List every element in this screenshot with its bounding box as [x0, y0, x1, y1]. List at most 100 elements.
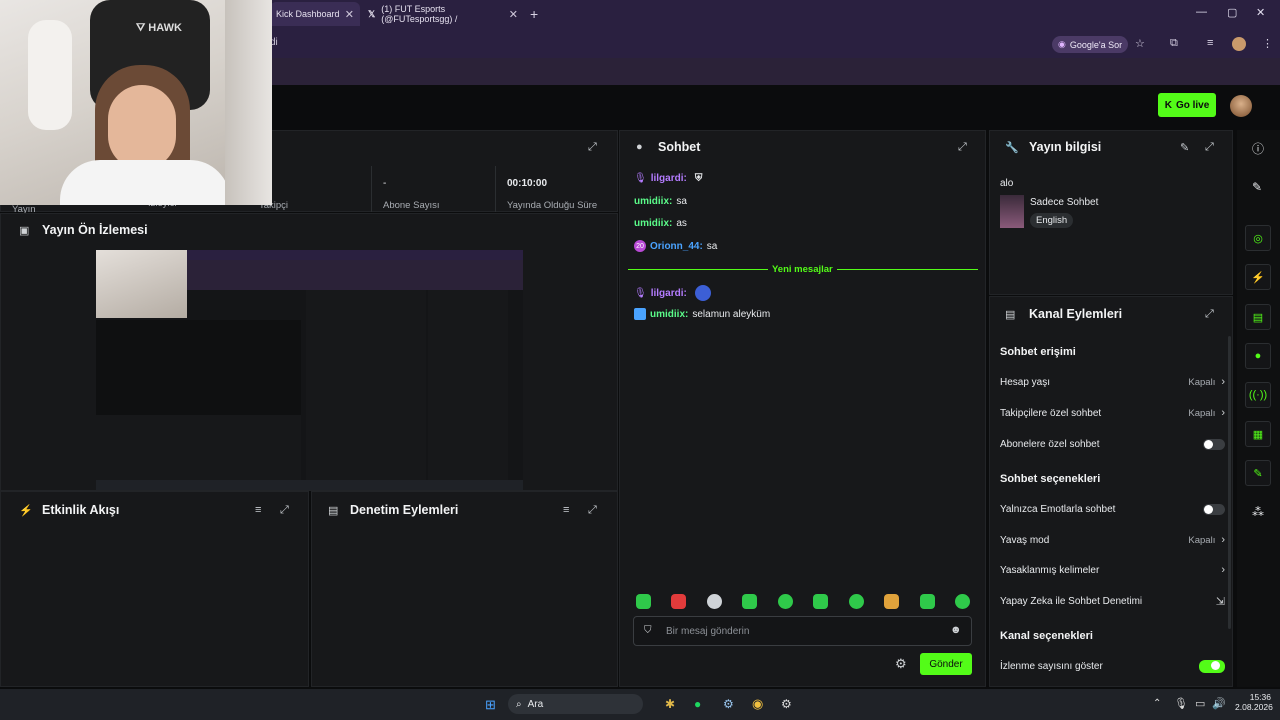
chevron-up-icon[interactable]: ⌃	[1153, 698, 1161, 709]
avatar[interactable]	[1230, 95, 1252, 117]
chat-icon: ●	[636, 141, 643, 153]
emote-icon[interactable]	[778, 594, 793, 609]
emote-only-toggle[interactable]	[1203, 503, 1225, 515]
chrome-icon[interactable]: ◉	[752, 696, 763, 712]
kick-logo-icon: K	[1164, 99, 1172, 111]
chat-message: 🎙 lilgardi: ⛨	[634, 173, 702, 184]
edit-icon[interactable]: ✎	[1180, 141, 1189, 154]
minimize-icon[interactable]: —	[1196, 6, 1207, 18]
person-shirt	[60, 160, 230, 205]
chat-input[interactable]: ⛉ Bir mesaj gönderin ☻	[633, 616, 972, 646]
moderation-panel	[311, 491, 618, 687]
chat-username[interactable]: Orionn_44:	[650, 241, 703, 252]
media-icon[interactable]: ≡	[1207, 37, 1213, 49]
maximize-icon[interactable]: ▢	[1227, 6, 1237, 19]
chat-username[interactable]: umidiix:	[634, 218, 672, 229]
preview-bottom-panels	[96, 415, 301, 480]
stream-duration: 00:10:00	[507, 178, 548, 189]
filter-icon[interactable]: ≡	[563, 504, 569, 516]
subscriber-label: Abone Sayısı	[383, 200, 440, 211]
wrench-icon: 🔧	[1005, 142, 1019, 154]
stream-title: alo	[1000, 178, 1014, 189]
subscribers-only-toggle[interactable]	[1203, 438, 1225, 450]
emoji-picker-icon[interactable]: ☻	[950, 624, 962, 636]
chat-message: umidiix: sa	[634, 196, 687, 207]
emote-icon[interactable]	[849, 594, 864, 609]
stream-preview-video[interactable]	[96, 250, 523, 490]
emote-icon[interactable]	[742, 594, 757, 609]
profile-avatar[interactable]	[1232, 37, 1246, 51]
info-icon[interactable]: ⓘ	[1252, 140, 1264, 157]
expand-icon[interactable]: ⤢	[1205, 141, 1214, 154]
emote-icon[interactable]	[955, 594, 970, 609]
camera-icon[interactable]: ◎	[1245, 225, 1271, 251]
subscribers-only-row: Abonelere özel sohbet	[1000, 435, 1225, 453]
x-logo-icon: 𝕏	[368, 8, 376, 19]
emote-icon[interactable]	[636, 594, 651, 609]
person-face	[108, 85, 176, 170]
windows-start-icon[interactable]: ⊞	[485, 697, 496, 713]
edit-icon[interactable]: ✎	[1252, 180, 1262, 194]
expand-icon[interactable]: ⤢	[588, 141, 597, 154]
gear-icon[interactable]: ⚙	[895, 656, 907, 672]
bookmark-star-icon[interactable]: ☆	[1135, 37, 1145, 50]
spotify-icon[interactable]: ●	[694, 697, 701, 711]
expand-icon[interactable]: ⤢	[1205, 308, 1214, 321]
divider	[495, 166, 496, 212]
slack-icon[interactable]: ✱	[665, 697, 675, 711]
close-tab-icon[interactable]: ✕	[345, 8, 354, 21]
expand-icon[interactable]: ⤢	[958, 141, 967, 154]
menu-icon[interactable]: ⋮	[1262, 37, 1273, 50]
google-ask-button[interactable]: ◉ Google'a Sor	[1052, 36, 1129, 53]
slow-mode-row[interactable]: Yavaş mod Kapalı ›	[1000, 531, 1225, 549]
close-window-icon[interactable]: ✕	[1256, 6, 1265, 19]
app-icon[interactable]: ⚙	[781, 697, 792, 711]
go-live-button[interactable]: K Go live	[1158, 93, 1216, 117]
volume-icon[interactable]: 🔊	[1212, 697, 1226, 710]
chat-username[interactable]: lilgardi:	[651, 288, 687, 299]
send-button[interactable]: Gönder	[920, 653, 972, 675]
account-age-row[interactable]: Hesap yaşı Kapalı ›	[1000, 373, 1225, 391]
lightning-icon[interactable]: ⚡	[1245, 264, 1271, 290]
emote-icon[interactable]	[813, 594, 828, 609]
mic-icon[interactable]: 🎙	[1174, 697, 1188, 710]
tab-fut-esports[interactable]: 𝕏 (1) FUT Esports (@FUTesportsgg) / ✕	[362, 2, 524, 26]
close-tab-icon[interactable]: ✕	[509, 8, 518, 21]
channel-options-heading: Kanal seçenekleri	[1000, 630, 1093, 642]
extensions-icon[interactable]: ⧉	[1170, 37, 1178, 50]
emote-icon[interactable]	[671, 594, 686, 609]
banned-words-row[interactable]: Yasaklanmış kelimeler ›	[1000, 561, 1225, 579]
show-viewers-toggle[interactable]	[1199, 659, 1225, 673]
document-icon[interactable]: ▤	[1245, 304, 1271, 330]
chat-bubble-icon[interactable]: ●	[1245, 343, 1271, 369]
emote-icon	[694, 285, 711, 301]
steam-icon[interactable]: ⚙	[723, 697, 734, 711]
wrench-icon[interactable]: ✎	[1245, 460, 1271, 486]
emote-icon[interactable]	[707, 594, 722, 609]
tab-kick-dashboard[interactable]: Kick Dashboard ✕	[270, 2, 360, 26]
chat-access-heading: Sohbet erişimi	[1000, 346, 1076, 358]
window-blinds	[225, 0, 272, 205]
channel-icon[interactable]: ▦	[1245, 421, 1271, 447]
search-icon: ⌕	[516, 698, 522, 710]
tab-title: (1) FUT Esports (@FUTesportsgg) /	[381, 4, 458, 24]
chat-username[interactable]: umidiix:	[634, 196, 672, 207]
chat-username[interactable]: lilgardi:	[651, 173, 687, 184]
network-icon[interactable]: ▭	[1195, 697, 1205, 710]
filter-icon[interactable]: ≡	[255, 504, 261, 516]
chat-text: as	[676, 218, 687, 229]
chat-message: umidiix: selamun aleyküm	[634, 308, 770, 320]
broadcast-icon[interactable]: ((·))	[1245, 382, 1271, 408]
ai-moderation-row[interactable]: Yapay Zeka ile Sohbet Denetimi ⇲	[1000, 592, 1225, 610]
new-tab-icon[interactable]: +	[530, 6, 538, 22]
emote-icon[interactable]	[884, 594, 899, 609]
chat-username[interactable]: umidiix:	[650, 309, 688, 320]
expand-icon[interactable]: ⤢	[280, 504, 289, 517]
followers-only-row[interactable]: Takipçilere özel sohbet Kapalı ›	[1000, 404, 1225, 422]
scrollbar[interactable]	[1228, 336, 1231, 629]
expand-icon[interactable]: ⤢	[588, 504, 597, 517]
widgets-icon[interactable]: ⁂	[1252, 505, 1264, 519]
clock[interactable]: 15:36 2.08.2026	[1235, 692, 1273, 712]
emote-icon[interactable]	[920, 594, 935, 609]
taskbar-search[interactable]: ⌕ Ara	[508, 694, 643, 714]
